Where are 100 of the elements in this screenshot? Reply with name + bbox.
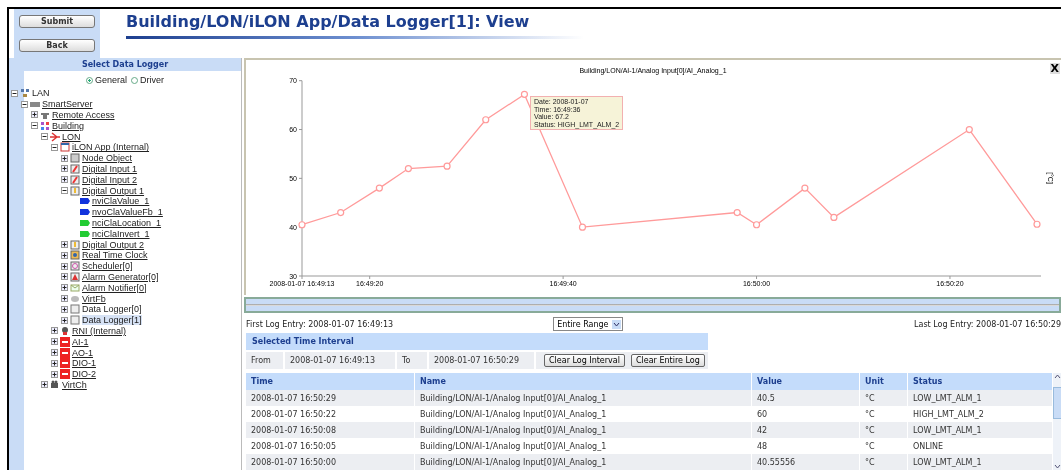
block-icon xyxy=(70,315,80,326)
tree-item[interactable]: Digital Output 2 xyxy=(82,239,145,250)
clear-button[interactable]: Clear Log Interval xyxy=(544,354,625,367)
flag-icon xyxy=(80,196,90,207)
expand-icon[interactable] xyxy=(51,370,58,378)
expand-icon[interactable] xyxy=(51,327,58,335)
clear-button[interactable]: Clear Entire Log xyxy=(630,354,705,367)
tree-item[interactable]: nviClaValue_1 xyxy=(92,196,150,207)
expand-icon[interactable] xyxy=(61,316,68,324)
caret-icon xyxy=(611,319,621,329)
close-button[interactable]: X xyxy=(1049,63,1060,74)
tree-item[interactable]: nciClaInvert_1 xyxy=(92,228,150,239)
tree-item[interactable]: SmartServer xyxy=(42,99,93,110)
column-header[interactable]: Time xyxy=(246,373,415,390)
tree-item[interactable]: DIO-1 xyxy=(72,358,96,369)
tree-item[interactable]: Digital Output 1 xyxy=(82,185,145,196)
from-label: From xyxy=(246,352,283,369)
alarm-icon xyxy=(70,271,80,282)
expand-icon[interactable] xyxy=(41,381,48,389)
fork-icon xyxy=(50,131,60,142)
block-icon xyxy=(70,304,80,315)
scrollbar[interactable] xyxy=(1053,373,1061,470)
device-icon xyxy=(60,358,70,369)
tree-item[interactable]: Data Logger[0] xyxy=(82,304,142,315)
collapse-icon[interactable] xyxy=(51,143,58,151)
first-log-entry: First Log Entry: 2008-01-07 16:49:13 xyxy=(246,319,394,329)
table-cell: 2008-01-07 16:50:29 xyxy=(246,390,415,406)
scroll-up-icon[interactable] xyxy=(1053,373,1061,379)
table-cell: Building/LON/AI-1/Analog Input[0]/AI_Analog_1 xyxy=(415,390,752,406)
calendar-icon xyxy=(70,261,80,272)
tree-item[interactable]: Digital Input 2 xyxy=(82,174,138,185)
tree-item[interactable]: Remote Access xyxy=(52,110,115,120)
tree-item[interactable]: nciClaLocation_1 xyxy=(92,217,162,228)
page-title: Building/LON/iLON App/Data Logger[1]: View xyxy=(126,12,530,31)
to-label: To xyxy=(397,352,427,369)
tree-item[interactable]: Data Logger[1] xyxy=(82,315,142,326)
expand-icon[interactable] xyxy=(61,251,68,259)
range-dropdown[interactable]: Entire Range xyxy=(553,317,623,331)
tree-item[interactable]: VirtFb xyxy=(82,293,106,304)
device-icon xyxy=(60,336,70,347)
scroll-down-icon[interactable] xyxy=(1053,464,1061,470)
tree-item[interactable]: nvoClaValueFb_1 xyxy=(92,207,163,218)
expand-icon[interactable] xyxy=(51,359,58,367)
collapse-icon[interactable] xyxy=(21,100,28,108)
device-icon xyxy=(60,369,70,380)
tree-item[interactable]: LON xyxy=(62,131,81,142)
table-cell: 2008-01-07 16:50:00 xyxy=(246,454,415,470)
tree-item[interactable]: DIO-2 xyxy=(72,369,96,380)
expand-icon[interactable] xyxy=(61,284,68,292)
tree-item[interactable]: Alarm Notifier[0] xyxy=(82,282,147,293)
from-value: 2008-01-07 16:49:13 xyxy=(285,352,395,369)
tree-item[interactable]: AO-1 xyxy=(72,347,93,358)
column-header[interactable]: Status xyxy=(908,373,1053,390)
table-cell: °C xyxy=(860,422,908,438)
table-cell: Building/LON/AI-1/Analog Input[0]/AI_Analog_1 xyxy=(415,422,752,438)
expand-icon[interactable] xyxy=(51,349,58,356)
column-header[interactable]: Value xyxy=(752,373,860,390)
collapse-icon[interactable] xyxy=(11,89,18,97)
column-header[interactable]: Unit xyxy=(860,373,908,390)
server-icon xyxy=(30,99,40,110)
disc-icon xyxy=(70,293,80,304)
expand-icon[interactable] xyxy=(61,305,68,313)
expand-icon[interactable] xyxy=(61,165,68,173)
expand-icon[interactable] xyxy=(61,262,68,270)
collapse-icon[interactable] xyxy=(61,187,68,195)
column-header[interactable]: Name xyxy=(415,373,752,390)
expand-icon[interactable] xyxy=(61,176,68,184)
tree-item[interactable]: Building xyxy=(52,120,85,131)
expand-icon[interactable] xyxy=(51,338,58,346)
tree-item[interactable]: iLON App (Internal) xyxy=(72,142,150,153)
expand-icon[interactable] xyxy=(61,154,68,162)
grid-icon xyxy=(40,120,50,131)
tree-item[interactable]: Real Time Clock xyxy=(82,250,148,261)
table-cell: °C xyxy=(860,454,908,470)
toolbar-button[interactable]: Back xyxy=(19,39,95,53)
tree-item[interactable]: AI-1 xyxy=(72,336,89,347)
collapse-icon[interactable] xyxy=(41,133,48,141)
table-cell: Building/LON/AI-1/Analog Input[0]/AI_Analog_1 xyxy=(415,454,752,470)
collapse-icon[interactable] xyxy=(31,122,38,130)
tree-item[interactable]: Node Object xyxy=(82,153,133,164)
table-cell: 2008-01-07 16:50:08 xyxy=(246,422,415,438)
tree-item[interactable]: Digital Input 1 xyxy=(82,163,138,174)
tree-item[interactable]: LAN xyxy=(32,88,50,99)
table-cell: LOW_LMT_ALM_1 xyxy=(908,454,1053,470)
tree-item[interactable]: Alarm Generator[0] xyxy=(82,271,159,282)
camera-icon xyxy=(50,379,60,390)
expand-icon[interactable] xyxy=(61,241,68,249)
tree-item[interactable]: RNI (Internal) xyxy=(72,325,126,336)
toolbar-button[interactable]: Submit xyxy=(19,14,95,28)
expand-icon[interactable] xyxy=(61,273,68,281)
tree-item[interactable]: Scheduler[0] xyxy=(82,261,133,272)
expand-icon[interactable] xyxy=(31,111,38,119)
radio-option[interactable]: General xyxy=(86,75,127,85)
table-cell: 42 xyxy=(752,422,860,438)
phone-icon xyxy=(40,110,50,120)
radio-option[interactable]: Driver xyxy=(131,75,164,85)
tree-item[interactable]: VirtCh xyxy=(62,379,87,390)
envelope-icon xyxy=(70,282,80,293)
flag-icon xyxy=(80,207,90,218)
expand-icon[interactable] xyxy=(61,295,68,303)
